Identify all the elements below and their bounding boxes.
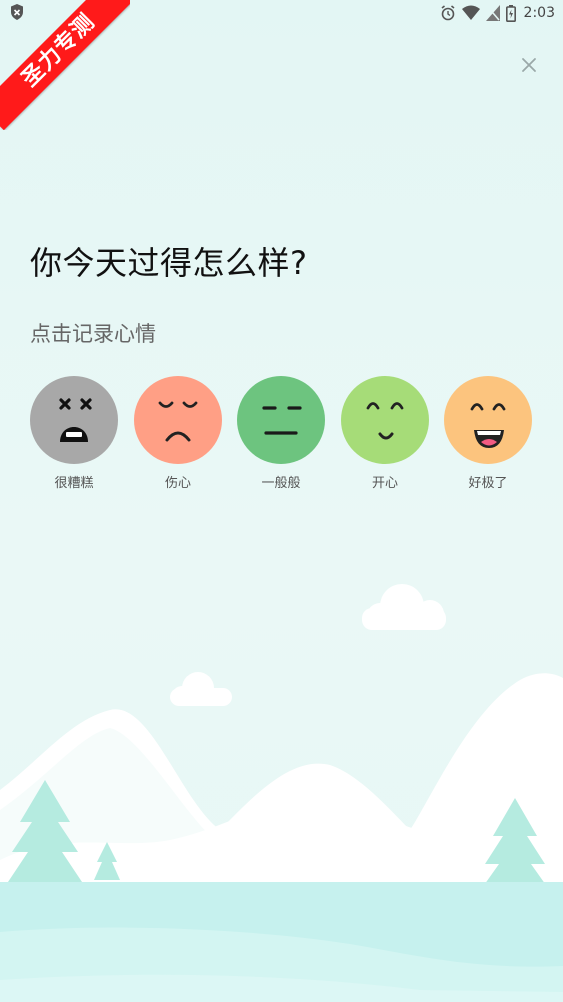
wifi-icon xyxy=(461,5,480,20)
mood-label: 很糟糕 xyxy=(54,476,94,491)
great-face-icon xyxy=(444,376,532,464)
corner-ribbon: 圣力专测 xyxy=(0,0,130,130)
cloud xyxy=(170,672,232,706)
mood-label: 伤心 xyxy=(164,476,191,491)
close-icon xyxy=(522,58,536,72)
alarm-icon xyxy=(441,5,455,21)
mood-label: 一般般 xyxy=(261,476,301,491)
status-time: 2:03 xyxy=(523,5,555,21)
close-button[interactable] xyxy=(514,50,544,80)
terrible-face-icon xyxy=(30,376,118,464)
background-scenery xyxy=(0,584,563,1002)
battery-icon xyxy=(505,4,516,22)
ribbon-text: 圣力专测 xyxy=(0,0,130,130)
mood-terrible-button[interactable]: 很糟糕 xyxy=(26,376,122,492)
status-icons: 2:03 xyxy=(440,3,555,23)
page-subtitle: 点击记录心情 xyxy=(30,322,156,346)
page-title: 你今天过得怎么样? xyxy=(30,244,308,282)
mood-sad-button[interactable]: 伤心 xyxy=(130,376,226,492)
mood-great-button[interactable]: 好极了 xyxy=(440,376,536,492)
cloud xyxy=(362,584,446,630)
neutral-face-icon xyxy=(237,376,325,464)
mood-options: 很糟糕 伤心 一般般 开心 好极了 xyxy=(0,376,563,496)
happy-face-icon xyxy=(341,376,429,464)
mood-label: 好极了 xyxy=(468,476,508,491)
mood-happy-button[interactable]: 开心 xyxy=(337,376,433,492)
no-sim-icon xyxy=(485,5,500,21)
sad-face-icon xyxy=(134,376,222,464)
mood-neutral-button[interactable]: 一般般 xyxy=(233,376,329,492)
mood-label: 开心 xyxy=(371,476,398,491)
